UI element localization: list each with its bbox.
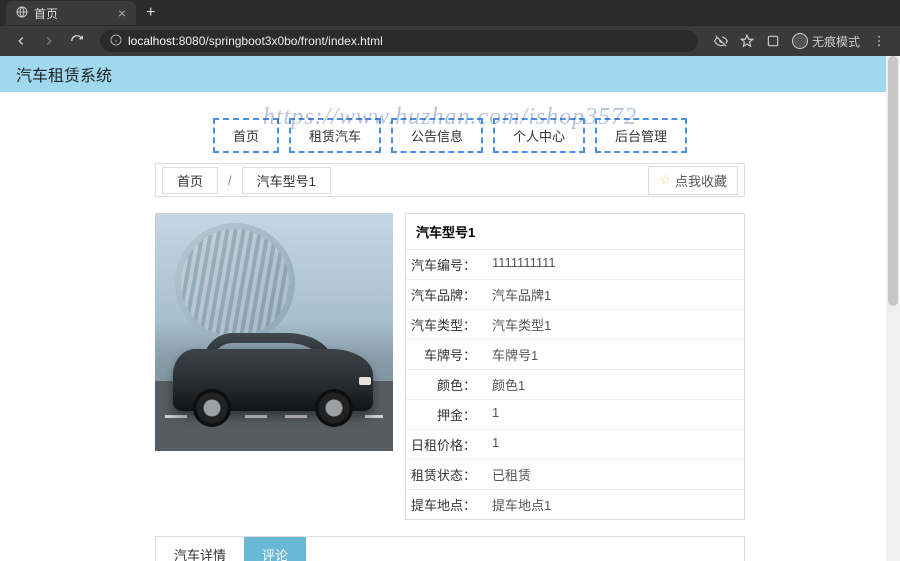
tabs-header: 汽车详情 评论	[156, 537, 744, 561]
info-row: 车牌号：车牌号1	[406, 340, 744, 370]
favorite-label: 点我收藏	[675, 171, 727, 190]
app-title: 汽车租赁系统	[16, 68, 112, 85]
extensions-icon[interactable]	[766, 34, 780, 48]
info-label: 汽车类型：	[406, 315, 486, 334]
info-row: 租赁状态：已租赁	[406, 460, 744, 490]
info-row: 汽车类型：汽车类型1	[406, 310, 744, 340]
info-value: 1111111111	[486, 255, 556, 274]
breadcrumb: 首页 / 汽车型号1 ☆ 点我收藏	[155, 163, 745, 197]
browser-tab[interactable]: 首页 ×	[6, 1, 136, 25]
info-label: 押金：	[406, 405, 486, 424]
nav-item-admin[interactable]: 后台管理	[595, 118, 687, 153]
nav-item-rent[interactable]: 租赁汽车	[289, 118, 381, 153]
url-text: localhost:8080/springboot3x0bo/front/ind…	[128, 34, 383, 48]
info-label: 提车地点：	[406, 495, 486, 514]
info-value: 已租赁	[486, 465, 531, 484]
info-label: 日租价格：	[406, 435, 486, 454]
main-container: 首页 / 汽车型号1 ☆ 点我收藏 汽车型号1 汽车编号：1111	[155, 163, 745, 561]
tab-bar: 首页 × +	[0, 0, 900, 26]
info-row: 颜色：颜色1	[406, 370, 744, 400]
back-icon[interactable]	[14, 34, 28, 48]
forward-icon[interactable]	[42, 34, 56, 48]
profile-badge[interactable]: 无痕模式	[792, 33, 860, 50]
info-row: 提车地点：提车地点1	[406, 490, 744, 519]
breadcrumb-current: 汽车型号1	[242, 167, 331, 194]
info-value: 颜色1	[486, 375, 525, 394]
eye-off-icon[interactable]	[714, 34, 728, 48]
info-value: 汽车类型1	[486, 315, 551, 334]
address-bar: localhost:8080/springboot3x0bo/front/ind…	[0, 26, 900, 56]
tab-title: 首页	[34, 5, 58, 22]
tabs-box: 汽车详情 评论 评论 立即提交 重置	[155, 536, 745, 561]
info-value: 1	[486, 405, 499, 424]
globe-icon	[16, 6, 28, 21]
app-header: 汽车租赁系统	[0, 56, 900, 92]
reload-icon[interactable]	[70, 34, 84, 48]
info-value: 车牌号1	[486, 345, 538, 364]
tab-comment[interactable]: 评论	[244, 537, 306, 561]
close-icon[interactable]: ×	[118, 5, 126, 21]
breadcrumb-home[interactable]: 首页	[162, 167, 218, 194]
info-value: 提车地点1	[486, 495, 551, 514]
info-label: 汽车品牌：	[406, 285, 486, 304]
menu-icon[interactable]	[872, 34, 886, 48]
scrollbar-thumb[interactable]	[888, 56, 898, 306]
info-value: 1	[486, 435, 499, 454]
star-icon: ☆	[659, 172, 671, 188]
info-row: 汽车品牌：汽车品牌1	[406, 280, 744, 310]
info-row: 汽车编号：1111111111	[406, 250, 744, 280]
info-label: 颜色：	[406, 375, 486, 394]
info-label: 租赁状态：	[406, 465, 486, 484]
breadcrumb-sep: /	[218, 173, 242, 188]
info-label: 汽车编号：	[406, 255, 486, 274]
page-viewport: 汽车租赁系统 https://www.huzhan.com/ishop3572 …	[0, 56, 900, 561]
content-row: 汽车型号1 汽车编号：1111111111汽车品牌：汽车品牌1汽车类型：汽车类型…	[155, 213, 745, 520]
scrollbar-track[interactable]	[886, 56, 900, 561]
favorite-button[interactable]: ☆ 点我收藏	[648, 166, 738, 195]
nav-item-home[interactable]: 首页	[213, 118, 279, 153]
nav-icons	[8, 34, 90, 48]
info-row: 日租价格：1	[406, 430, 744, 460]
info-panel: 汽车型号1 汽车编号：1111111111汽车品牌：汽车品牌1汽车类型：汽车类型…	[405, 213, 745, 520]
star-outline-icon[interactable]	[740, 34, 754, 48]
new-tab-button[interactable]: +	[142, 4, 159, 22]
browser-chrome: 首页 × + localhost:8080/springboot3x0bo/fr…	[0, 0, 900, 56]
url-input[interactable]: localhost:8080/springboot3x0bo/front/ind…	[100, 30, 698, 52]
tab-detail[interactable]: 汽车详情	[156, 537, 244, 561]
main-nav: 首页 租赁汽车 公告信息 个人中心 后台管理	[0, 118, 900, 153]
car-image	[155, 213, 393, 451]
car-title: 汽车型号1	[406, 214, 744, 250]
info-value: 汽车品牌1	[486, 285, 551, 304]
info-label: 车牌号：	[406, 345, 486, 364]
info-icon	[110, 34, 122, 49]
right-icons: 无痕模式	[708, 33, 892, 50]
info-row: 押金：1	[406, 400, 744, 430]
nav-item-notice[interactable]: 公告信息	[391, 118, 483, 153]
avatar-icon	[792, 33, 808, 49]
nav-item-profile[interactable]: 个人中心	[493, 118, 585, 153]
